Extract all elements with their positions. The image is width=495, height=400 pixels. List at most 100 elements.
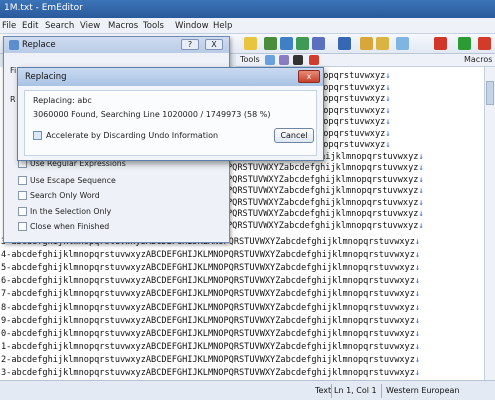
eol-marker-icon: ↓ [414,250,421,261]
eol-marker-icon: ↓ [414,263,421,274]
replacing-dialog-titlebar[interactable]: Replacing x [18,68,323,86]
eol-marker-icon: ↓ [385,117,391,127]
eol-marker-icon: ↓ [414,368,421,378]
replace-close-button[interactable]: X [205,39,223,50]
editor-line[interactable]: PQRSTUVWXYZabcdefghijklmnopqrstuvwxyz↓ [227,221,424,232]
editor-line[interactable]: 2-abcdefghijklmnopqrstuvwxyzABCDEFGHIJKL… [1,355,420,366]
option-label: Close when Finished [30,222,110,231]
status-position: Ln 1, Col 1 [334,386,377,395]
tools-label: Tools [240,55,260,64]
accelerate-checkbox[interactable] [33,131,42,140]
run-icon[interactable] [458,37,471,50]
accelerate-checkbox-label[interactable]: Accelerate by Discarding Undo Informatio… [46,131,218,140]
menu-tools[interactable]: Tools [143,21,164,31]
menu-window[interactable]: Window [175,21,209,31]
eol-marker-icon: ↓ [418,186,424,196]
status-bar: Text Ln 1, Col 1 Western European [0,380,495,400]
globe-icon[interactable] [265,55,275,65]
checkbox[interactable] [18,191,27,200]
record-icon[interactable] [434,37,447,50]
menu-view[interactable]: View [80,21,100,31]
replacing-dialog-body: Replacing: abc 3060000 Found, Searching … [24,90,317,156]
checkbox[interactable] [18,176,27,185]
tool-t-icon[interactable] [309,55,319,65]
eol-marker-icon: ↓ [414,315,421,326]
status-mode: Text [315,386,332,395]
vertical-scrollbar[interactable] [484,67,495,380]
split-icon[interactable] [280,37,293,50]
eol-marker-icon: ↓ [414,276,421,287]
eol-marker-icon: ↓ [385,140,391,150]
menu-file[interactable]: File [2,21,16,31]
eol-marker-icon: ↓ [385,82,391,93]
eol-marker-icon: ↓ [418,209,424,219]
macros-label: Macros [464,55,493,64]
replace-dialog-title: Replace [22,40,56,50]
checkbox[interactable] [18,222,27,231]
eol-marker-icon: ↓ [414,237,421,247]
eol-marker-icon: ↓ [418,174,424,185]
editor-line[interactable]: PQRSTUVWXYZabcdefghijklmnopqrstuvwxyz↓ [227,209,424,220]
cancel-button[interactable]: Cancel [274,128,314,143]
console-icon[interactable] [293,55,303,65]
title-bar: 1M.txt - EmEditor [0,0,495,18]
eol-marker-icon: ↓ [385,94,391,104]
eol-marker-icon: ↓ [418,197,424,208]
status-encoding[interactable]: Western European [386,386,459,395]
replace-help-button[interactable]: ? [181,39,199,50]
editor-line[interactable]: PQRSTUVWXYZabcdefghijklmnopqrstuvwxyz↓ [227,186,424,197]
menu-edit[interactable]: Edit [22,21,38,31]
replace-app-icon [9,40,19,50]
note-icon[interactable] [279,55,289,65]
panel-icon[interactable] [296,37,309,50]
editor-line[interactable]: 0-abcdefghijklmnopqrstuvwxyzABCDEFGHIJKL… [1,329,420,340]
wand-icon[interactable] [360,37,373,50]
eol-marker-icon: ↓ [385,105,391,116]
option-label: In the Selection Only [30,207,112,216]
editor-line[interactable]: 7-abcdefghijklmnopqrstuvwxyzABCDEFGHIJKL… [1,289,420,300]
replacing-dialog: Replacing x Replacing: abc 3060000 Found… [17,67,324,161]
replace-dialog-titlebar[interactable]: Replace ? X [4,37,229,53]
checkbox[interactable] [18,207,27,216]
menu-macros[interactable]: Macros [108,21,138,31]
eol-marker-icon: ↓ [414,328,421,339]
eol-marker-icon: ↓ [414,354,421,365]
editor-line[interactable]: 1-abcdefghijklmnopqrstuvwxyzABCDEFGHIJKL… [1,342,420,353]
editor-line[interactable]: PQRSTUVWXYZabcdefghijklmnopqrstuvwxyz↓ [227,163,424,174]
eol-marker-icon: ↓ [414,302,421,313]
editor-line[interactable]: 9-abcdefghijklmnopqrstuvwxyzABCDEFGHIJKL… [1,316,420,327]
eol-marker-icon: ↓ [418,151,424,162]
replacing-dialog-title: Replacing [25,72,67,82]
menu-help[interactable]: Help [213,21,232,31]
editor-line[interactable]: PQRSTUVWXYZabcdefghijklmnopqrstuvwxyz↓ [227,175,424,186]
editor-line[interactable]: 5-abcdefghijklmnopqrstuvwxyzABCDEFGHIJKL… [1,263,420,274]
paste-icon[interactable] [396,37,409,50]
replace-label-fragment: R [10,95,16,104]
menu-search[interactable]: Search [45,21,74,31]
eol-marker-icon: ↓ [414,289,421,300]
replacing-status-line1: Replacing: abc [33,96,92,105]
magic-icon[interactable] [376,37,389,50]
scrollbar-thumb[interactable] [486,81,494,105]
window-icon[interactable] [312,37,325,50]
option-label: Use Escape Sequence [30,176,116,185]
find-icon[interactable] [244,37,257,50]
eol-marker-icon: ↓ [414,341,421,352]
layout-icon[interactable] [264,37,277,50]
replacing-close-button[interactable]: x [298,70,320,83]
eol-marker-icon: ↓ [385,71,391,81]
editor-line[interactable]: 8-abcdefghijklmnopqrstuvwxyzABCDEFGHIJKL… [1,303,420,314]
editor-line[interactable]: 6-abcdefghijklmnopqrstuvwxyzABCDEFGHIJKL… [1,276,420,287]
tools-bar: Tools Macros [236,54,495,67]
editor-line[interactable]: PQRSTUVWXYZabcdefghijklmnopqrstuvwxyz↓ [227,198,424,209]
macro-stop-icon[interactable] [478,37,491,50]
editor-line[interactable]: 4-abcdefghijklmnopqrstuvwxyzABCDEFGHIJKL… [1,250,420,261]
macro-icon[interactable] [338,37,351,50]
eol-marker-icon: ↓ [418,163,424,173]
eol-marker-icon: ↓ [418,220,424,231]
editor-line[interactable]: 3-abcdefghijklmnopqrstuvwxyzABCDEFGHIJKL… [1,368,420,379]
menu-bar: File Edit Search View Macros Tools Windo… [0,18,495,34]
option-label: Search Only Word [30,191,100,200]
eol-marker-icon: ↓ [385,128,391,139]
window-title: 1M.txt - EmEditor [4,3,83,13]
